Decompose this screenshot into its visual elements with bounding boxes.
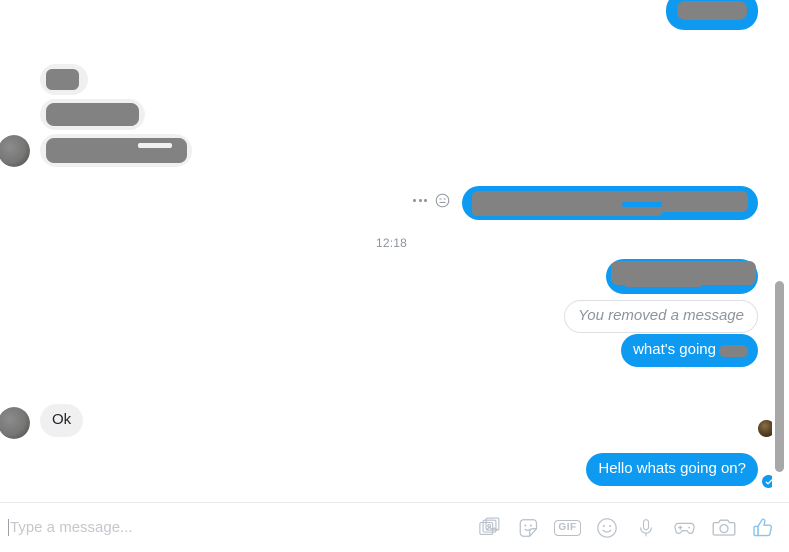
message-row-incoming-1[interactable] bbox=[40, 64, 88, 95]
sticker-icon[interactable] bbox=[516, 515, 541, 540]
message-bubble[interactable]: Hello whats going on? bbox=[586, 453, 758, 486]
message-row-outgoing-4[interactable]: what's going bbox=[621, 334, 758, 367]
message-bubble-redacted[interactable] bbox=[40, 99, 145, 130]
message-row-incoming-2[interactable] bbox=[40, 99, 145, 130]
photo-icon[interactable] bbox=[477, 515, 502, 540]
removed-message-bubble[interactable]: You removed a message bbox=[564, 300, 758, 333]
redaction-block bbox=[46, 138, 187, 163]
message-bubble-redacted[interactable] bbox=[666, 0, 758, 30]
gif-icon[interactable]: GIF bbox=[554, 515, 581, 540]
message-row-outgoing-1[interactable] bbox=[666, 0, 758, 30]
redaction-block bbox=[46, 103, 139, 126]
message-row-outgoing-5[interactable]: Hello whats going on? bbox=[586, 453, 758, 486]
redaction-gap bbox=[622, 202, 662, 207]
message-composer: GIF bbox=[0, 502, 789, 552]
message-bubble-redacted[interactable] bbox=[462, 186, 758, 220]
message-bubble-partially-redacted[interactable]: what's going bbox=[621, 334, 758, 367]
microphone-icon[interactable] bbox=[633, 515, 658, 540]
message-text: what's going bbox=[633, 341, 716, 358]
redaction-block bbox=[472, 206, 662, 216]
gamepad-icon[interactable] bbox=[672, 515, 697, 540]
message-bubble-redacted[interactable] bbox=[40, 134, 192, 167]
thread-scrollbar-thumb[interactable] bbox=[775, 281, 784, 472]
thumbs-up-icon[interactable] bbox=[750, 515, 775, 540]
emoji-icon[interactable] bbox=[594, 515, 619, 540]
message-bubble-redacted[interactable] bbox=[606, 259, 758, 294]
react-emoji-icon[interactable] bbox=[435, 193, 450, 208]
redaction-block bbox=[677, 1, 747, 20]
message-row-incoming-4[interactable]: Ok bbox=[0, 404, 84, 439]
message-thread[interactable]: 12:18 You removed a message what's going bbox=[0, 0, 789, 502]
text-caret bbox=[8, 519, 9, 536]
camera-icon[interactable] bbox=[711, 515, 736, 540]
more-options-icon[interactable] bbox=[413, 199, 427, 202]
message-row-outgoing-3[interactable] bbox=[606, 259, 758, 294]
avatar[interactable] bbox=[0, 135, 30, 167]
message-row-outgoing-2[interactable] bbox=[462, 186, 758, 220]
timestamp: 12:18 bbox=[376, 236, 408, 250]
message-input[interactable] bbox=[10, 519, 350, 536]
message-bubble[interactable]: Ok bbox=[40, 404, 84, 437]
messenger-app: 12:18 You removed a message what's going bbox=[0, 0, 789, 552]
redaction-block bbox=[46, 69, 79, 90]
composer-toolbar: GIF bbox=[477, 515, 789, 540]
redaction-block bbox=[624, 279, 702, 287]
thread-scrollbar[interactable] bbox=[772, 0, 787, 502]
avatar[interactable] bbox=[0, 407, 30, 439]
redaction-block bbox=[719, 345, 748, 357]
redaction-gap bbox=[138, 143, 172, 148]
composer-input-wrap[interactable] bbox=[0, 503, 477, 552]
message-row-incoming-3[interactable] bbox=[0, 134, 192, 167]
message-bubble-redacted[interactable] bbox=[40, 64, 88, 95]
gif-label: GIF bbox=[554, 519, 581, 536]
message-hover-actions[interactable] bbox=[413, 193, 450, 208]
message-row-removed[interactable]: You removed a message bbox=[564, 300, 758, 333]
